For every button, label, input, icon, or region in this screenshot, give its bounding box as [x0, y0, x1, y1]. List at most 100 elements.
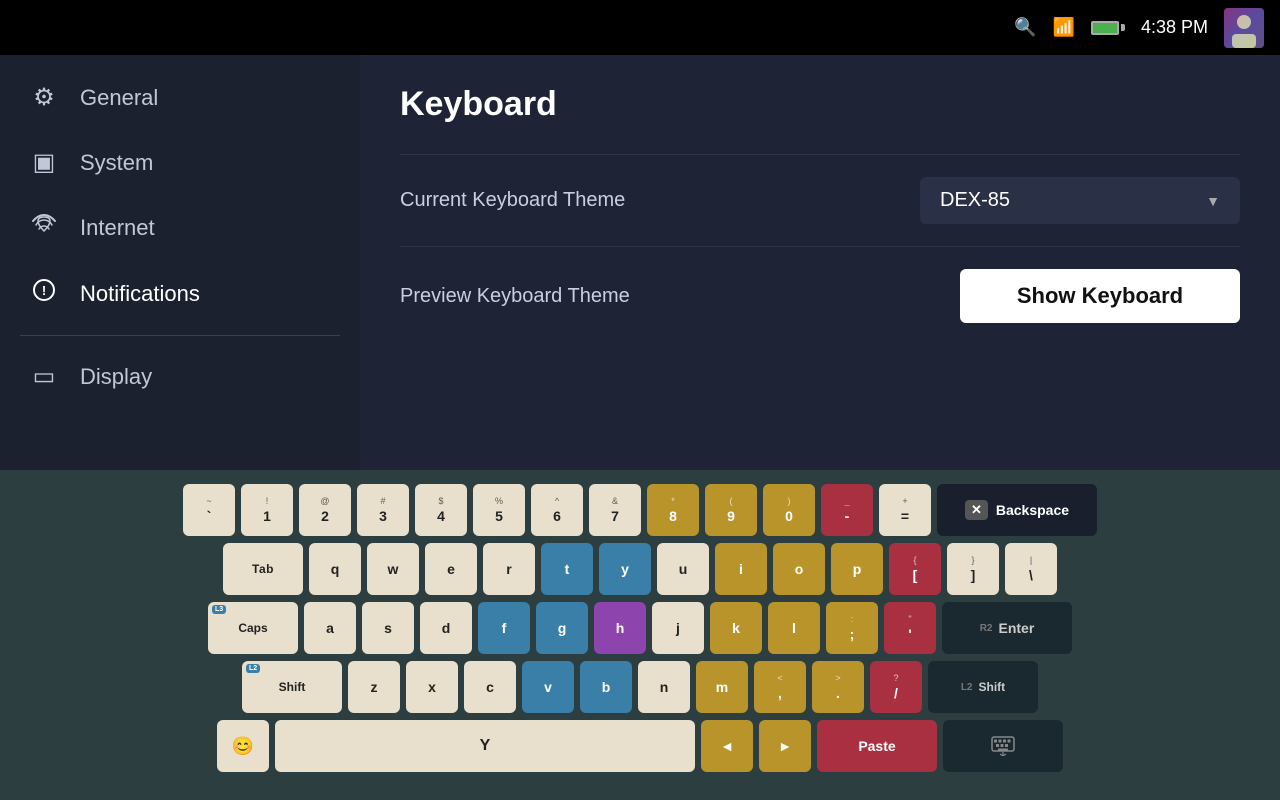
sidebar-item-display[interactable]: ▭ Display: [0, 344, 360, 409]
key-keyboard-toggle[interactable]: [943, 720, 1063, 772]
key-j[interactable]: j: [652, 602, 704, 654]
show-keyboard-button[interactable]: Show Keyboard: [960, 269, 1240, 323]
key-backspace[interactable]: ✕ Backspace: [937, 484, 1097, 536]
key-right-arrow[interactable]: ►: [759, 720, 811, 772]
key-h[interactable]: h: [594, 602, 646, 654]
content-panel: Keyboard Current Keyboard Theme DEX-85 ▼…: [360, 55, 1280, 470]
key-m[interactable]: m: [696, 661, 748, 713]
sidebar-label-system: System: [80, 150, 153, 176]
key-f[interactable]: f: [478, 602, 530, 654]
key-y[interactable]: y: [599, 543, 651, 595]
sidebar-item-general[interactable]: ⚙ General: [0, 65, 360, 130]
key-emoji[interactable]: 😊: [217, 720, 269, 772]
key-period[interactable]: > .: [812, 661, 864, 713]
sidebar-divider: [20, 335, 340, 336]
key-8[interactable]: * 8: [647, 484, 699, 536]
key-d[interactable]: d: [420, 602, 472, 654]
key-c[interactable]: c: [464, 661, 516, 713]
key-z[interactable]: z: [348, 661, 400, 713]
battery-indicator: [1091, 21, 1125, 35]
key-5[interactable]: % 5: [473, 484, 525, 536]
theme-label: Current Keyboard Theme: [400, 189, 625, 212]
key-rbracket[interactable]: } ]: [947, 543, 999, 595]
key-e[interactable]: e: [425, 543, 477, 595]
display-icon: ▭: [30, 362, 58, 391]
key-p[interactable]: p: [831, 543, 883, 595]
key-rshift[interactable]: L2 Shift: [928, 661, 1038, 713]
internet-icon: [30, 213, 58, 242]
keyboard-row-zxcv: Shift L2 z x c v b n m < , > . ? / L2 Sh…: [12, 661, 1268, 713]
key-l[interactable]: l: [768, 602, 820, 654]
key-minus[interactable]: _ -: [821, 484, 873, 536]
search-icon[interactable]: 🔍: [1014, 17, 1036, 38]
preview-row: Preview Keyboard Theme Show Keyboard: [400, 246, 1240, 345]
key-t[interactable]: t: [541, 543, 593, 595]
key-n[interactable]: n: [638, 661, 690, 713]
key-o[interactable]: o: [773, 543, 825, 595]
l2-badge-left: L2: [246, 664, 260, 673]
key-slash[interactable]: ? /: [870, 661, 922, 713]
keyboard-row-numbers: ~ ` ! 1 @ 2 # 3 $ 4 % 5 ^ 6 & 7: [12, 484, 1268, 536]
keyboard-row-bottom: 😊 Y ◄ ► Paste: [12, 720, 1268, 772]
theme-value: DEX-85: [940, 189, 1010, 212]
key-tab[interactable]: Tab: [223, 543, 303, 595]
sidebar-item-system[interactable]: ▣ System: [0, 130, 360, 195]
key-equals[interactable]: + =: [879, 484, 931, 536]
key-i[interactable]: i: [715, 543, 767, 595]
svg-text:!: !: [42, 283, 46, 298]
key-u[interactable]: u: [657, 543, 709, 595]
key-1[interactable]: ! 1: [241, 484, 293, 536]
sidebar-item-internet[interactable]: Internet: [0, 195, 360, 260]
key-x[interactable]: x: [406, 661, 458, 713]
keyboard-row-asdf: Caps L3 a s d f g h j k l : ; " ' R2 Ent…: [12, 602, 1268, 654]
sidebar-item-notifications[interactable]: ! Notifications: [0, 260, 360, 327]
key-0[interactable]: ) 0: [763, 484, 815, 536]
sidebar-label-general: General: [80, 85, 158, 111]
sidebar: ⚙ General ▣ System Internet !: [0, 55, 360, 470]
clock: 4:38 PM: [1141, 17, 1208, 38]
key-b[interactable]: b: [580, 661, 632, 713]
key-4[interactable]: $ 4: [415, 484, 467, 536]
key-v[interactable]: v: [522, 661, 574, 713]
key-g[interactable]: g: [536, 602, 588, 654]
key-caps[interactable]: Caps L3: [208, 602, 298, 654]
keyboard-area: ~ ` ! 1 @ 2 # 3 $ 4 % 5 ^ 6 & 7: [0, 470, 1280, 800]
key-paste[interactable]: Paste: [817, 720, 937, 772]
key-s[interactable]: s: [362, 602, 414, 654]
key-w[interactable]: w: [367, 543, 419, 595]
key-2[interactable]: @ 2: [299, 484, 351, 536]
theme-dropdown[interactable]: DEX-85 ▼: [920, 177, 1240, 224]
gear-icon: ⚙: [30, 83, 58, 112]
preview-label: Preview Keyboard Theme: [400, 285, 630, 308]
chevron-down-icon: ▼: [1206, 193, 1220, 209]
sidebar-label-display: Display: [80, 364, 152, 390]
key-tilde[interactable]: ~ `: [183, 484, 235, 536]
key-left-arrow[interactable]: ◄: [701, 720, 753, 772]
key-q[interactable]: q: [309, 543, 361, 595]
key-k[interactable]: k: [710, 602, 762, 654]
sidebar-label-notifications: Notifications: [80, 281, 200, 307]
key-6[interactable]: ^ 6: [531, 484, 583, 536]
notifications-icon: !: [30, 278, 58, 309]
avatar[interactable]: [1224, 8, 1264, 48]
key-quote[interactable]: " ': [884, 602, 936, 654]
key-enter[interactable]: R2 Enter: [942, 602, 1072, 654]
key-7[interactable]: & 7: [589, 484, 641, 536]
key-r[interactable]: r: [483, 543, 535, 595]
key-3[interactable]: # 3: [357, 484, 409, 536]
wifi-icon: 📶: [1053, 17, 1075, 38]
key-lbracket[interactable]: { [: [889, 543, 941, 595]
key-backslash[interactable]: | \: [1005, 543, 1057, 595]
sidebar-label-internet: Internet: [80, 215, 155, 241]
page-title: Keyboard: [400, 85, 1240, 124]
key-9[interactable]: ( 9: [705, 484, 757, 536]
keyboard-icon: [991, 736, 1015, 756]
key-lshift[interactable]: Shift L2: [242, 661, 342, 713]
key-a[interactable]: a: [304, 602, 356, 654]
theme-row: Current Keyboard Theme DEX-85 ▼: [400, 154, 1240, 246]
key-y-button[interactable]: Y: [275, 720, 695, 772]
l3-badge: L3: [212, 605, 226, 614]
backspace-x-icon: ✕: [965, 500, 988, 520]
key-comma[interactable]: < ,: [754, 661, 806, 713]
key-semicolon[interactable]: : ;: [826, 602, 878, 654]
